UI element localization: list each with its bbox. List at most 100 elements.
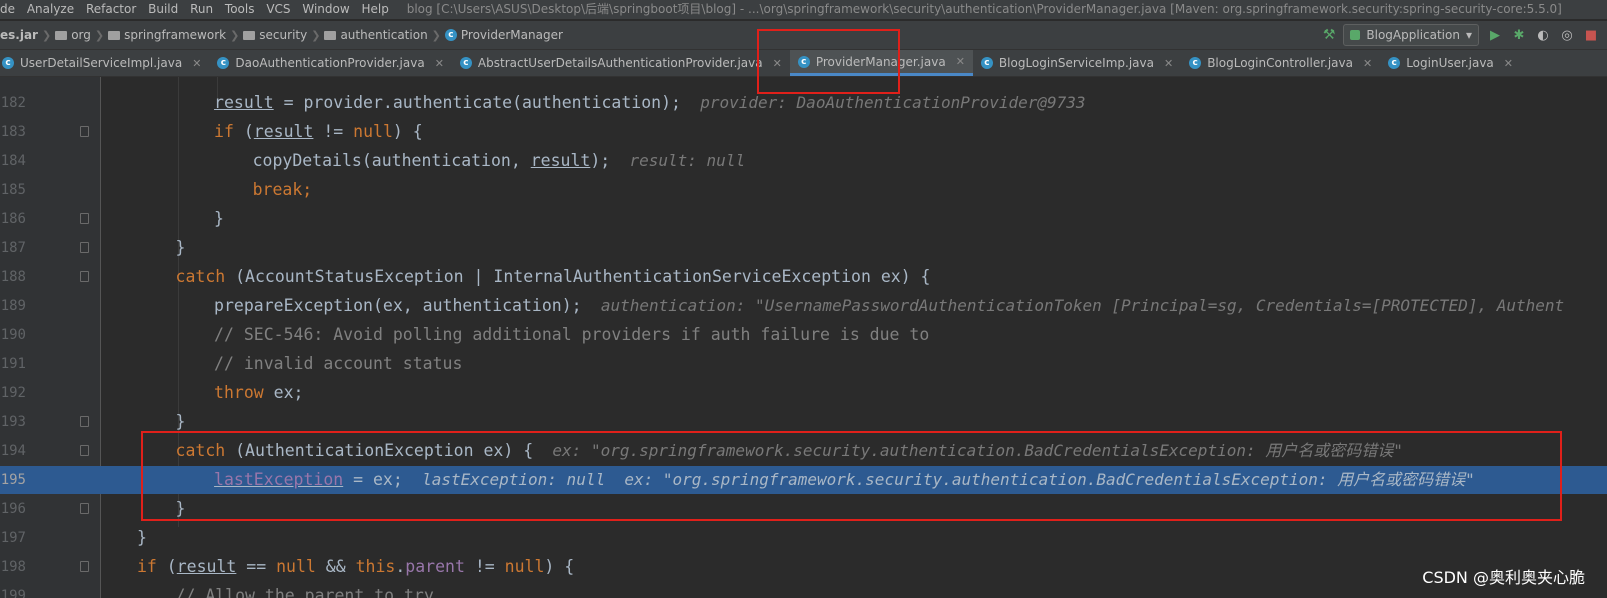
line-number[interactable]: 190 — [0, 321, 26, 349]
line-number[interactable]: 195 — [0, 466, 26, 494]
code-token: = ex; — [343, 470, 403, 489]
code-token: ( — [233, 122, 254, 141]
close-icon[interactable]: ✕ — [1504, 57, 1513, 70]
close-icon[interactable]: ✕ — [192, 57, 201, 70]
tab-loginuser[interactable]: c LoginUser.java ✕ — [1380, 50, 1521, 76]
run-icon[interactable]: ▶ — [1487, 27, 1503, 43]
code-editor[interactable]: 182 result = provider.authenticate(authen… — [0, 77, 1607, 598]
menu-item-view[interactable]: de — [0, 0, 19, 19]
close-icon[interactable]: ✕ — [1363, 57, 1372, 70]
code-token: . — [395, 557, 406, 576]
fold-marker-icon[interactable] — [80, 213, 89, 224]
build-hammer-icon[interactable]: ⚒ — [1323, 27, 1336, 43]
fold-marker-icon[interactable] — [80, 445, 89, 456]
tab-abstractuserdetailsauthenticationprovider[interactable]: c AbstractUserDetailsAuthenticationProvi… — [452, 50, 790, 76]
line-number[interactable]: 193 — [0, 408, 26, 436]
code-line[interactable]: 193} — [0, 408, 1607, 436]
menu-item-tools[interactable]: Tools — [221, 0, 259, 19]
code-line[interactable]: 196} — [0, 495, 1607, 523]
breadcrumb-org[interactable]: org — [55, 28, 91, 42]
line-number[interactable]: 192 — [0, 379, 26, 407]
tab-bloglogincontroller[interactable]: c BlogLoginController.java ✕ — [1181, 50, 1380, 76]
line-number[interactable]: 199 — [0, 582, 26, 598]
code-line[interactable]: 192 throw ex; — [0, 379, 1607, 407]
line-number[interactable]: 189 — [0, 292, 26, 320]
code-token: } — [175, 412, 186, 431]
breadcrumb-security[interactable]: security — [243, 28, 307, 42]
code-token: ( — [156, 557, 177, 576]
code-token: catch — [175, 267, 226, 286]
tab-providermanager[interactable]: c ProviderManager.java ✕ — [789, 50, 973, 76]
line-number[interactable]: 194 — [0, 437, 26, 465]
code-line[interactable]: 189 prepareException(ex, authentication);… — [0, 292, 1607, 320]
line-number[interactable]: 198 — [0, 553, 26, 581]
current-execution-line[interactable]: 195 lastException = ex; lastException: nu… — [0, 466, 1607, 494]
line-number[interactable]: 188 — [0, 263, 26, 291]
stop-icon[interactable]: ■ — [1583, 27, 1599, 43]
profile-icon[interactable]: ◎ — [1559, 27, 1575, 43]
run-configuration-select[interactable]: BlogApplication ▾ — [1343, 24, 1479, 46]
code-line[interactable]: 182 result = provider.authenticate(authen… — [0, 89, 1607, 117]
code-line[interactable]: 184 copyDetails(authentication, result); … — [0, 147, 1607, 175]
debug-icon[interactable]: ✱ — [1511, 27, 1527, 43]
code-token: } — [137, 528, 147, 547]
menu-item-window[interactable]: Window — [298, 0, 353, 19]
line-number[interactable]: 187 — [0, 234, 26, 262]
tab-bloglogin-serviceimp[interactable]: c BlogLoginServiceImp.java ✕ — [973, 50, 1181, 76]
menu-item-vcs[interactable]: VCS — [262, 0, 294, 19]
menu-item-refactor[interactable]: Refactor — [82, 0, 140, 19]
breadcrumb-springframework[interactable]: springframework — [108, 28, 226, 42]
line-number[interactable]: 186 — [0, 205, 26, 233]
code-line[interactable]: 194 catch (AuthenticationException ex) { … — [0, 437, 1607, 465]
fold-marker-icon[interactable] — [80, 561, 89, 572]
coverage-icon[interactable]: ◐ — [1535, 27, 1551, 43]
chevron-right-icon: ❯ — [311, 28, 321, 42]
line-number[interactable]: 185 — [0, 176, 26, 204]
close-icon[interactable]: ✕ — [1164, 57, 1173, 70]
menu-item-help[interactable]: Help — [358, 0, 393, 19]
line-number[interactable]: 183 — [0, 118, 26, 146]
code-line[interactable]: 183 if (result != null) { — [0, 118, 1607, 146]
code-token: null — [504, 557, 545, 576]
breadcrumb-security-label: security — [259, 28, 308, 42]
fold-marker-icon[interactable] — [80, 503, 89, 514]
code-line[interactable]: 198 if (result == null && this.parent != … — [0, 553, 1607, 581]
line-number[interactable]: 196 — [0, 495, 26, 523]
code-line[interactable]: 191 // invalid account status — [0, 350, 1607, 378]
tab-daoauthenticationprovider[interactable]: c DaoAuthenticationProvider.java ✕ — [209, 50, 452, 76]
close-icon[interactable]: ✕ — [435, 57, 444, 70]
code-token: copyDetails(authentication, — [252, 151, 531, 170]
fold-marker-icon[interactable] — [80, 126, 89, 137]
code-line[interactable]: 197} — [0, 524, 1607, 552]
line-number[interactable]: 191 — [0, 350, 26, 378]
menu-item-analyze[interactable]: Analyze — [23, 0, 78, 19]
code-line[interactable]: 187} — [0, 234, 1607, 262]
code-text: catch (AuthenticationException ex) { ex:… — [176, 437, 1403, 465]
code-token: break; — [252, 180, 313, 199]
close-icon[interactable]: ✕ — [956, 55, 965, 68]
code-line[interactable]: 186} — [0, 205, 1607, 233]
code-token: if — [137, 557, 157, 576]
close-icon[interactable]: ✕ — [773, 57, 782, 70]
code-token: // invalid account status — [214, 354, 463, 373]
fold-marker-icon[interactable] — [80, 242, 89, 253]
fold-marker-icon[interactable] — [80, 416, 89, 427]
code-line[interactable]: 185 break; — [0, 176, 1607, 204]
code-line[interactable]: 199 // Allow the parent to try. — [0, 582, 1607, 598]
class-icon: c — [444, 29, 457, 41]
line-number[interactable]: 197 — [0, 524, 26, 552]
tab-userdetailserviceimpl[interactable]: c UserDetailServiceImpl.java ✕ — [0, 50, 209, 76]
fold-marker-icon[interactable] — [80, 271, 89, 282]
code-line[interactable]: 188 catch (AccountStatusException | Inter… — [0, 263, 1607, 291]
breadcrumb-providermanager[interactable]: c ProviderManager — [444, 28, 563, 42]
class-icon: c — [1388, 57, 1401, 69]
code-line[interactable]: 190 // SEC-546: Avoid polling additional … — [0, 321, 1607, 349]
breadcrumb-authentication[interactable]: authentication — [324, 28, 428, 42]
menu-item-run[interactable]: Run — [186, 0, 217, 19]
menu-item-build[interactable]: Build — [144, 0, 182, 19]
chevron-right-icon: ❯ — [94, 28, 105, 42]
breadcrumb-jar[interactable]: es.jar — [0, 28, 38, 42]
line-number[interactable]: 184 — [0, 147, 26, 175]
line-number[interactable]: 182 — [0, 89, 26, 117]
inline-debug-value: provider: DaoAuthenticationProvider@9733 — [680, 93, 1086, 112]
